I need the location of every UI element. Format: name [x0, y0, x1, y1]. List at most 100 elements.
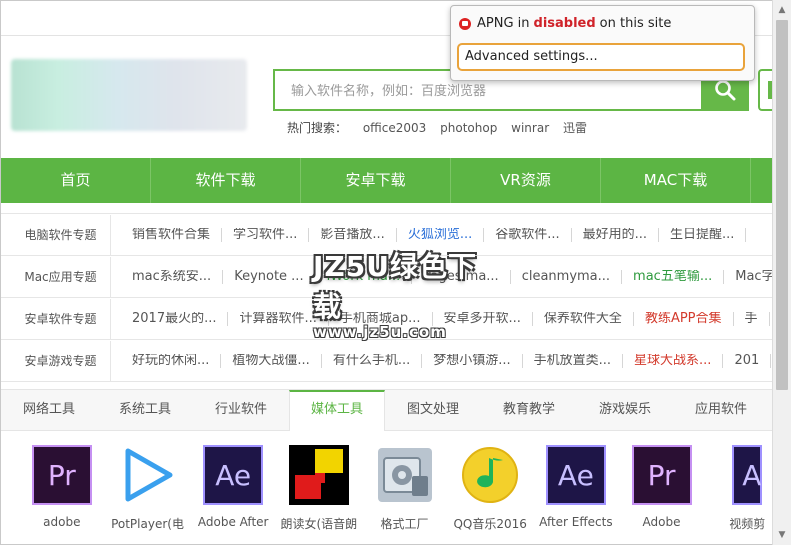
app-item[interactable]: PotPlayer(电	[105, 441, 191, 532]
apng-status-prefix: APNG in	[477, 16, 530, 31]
hot-search-link[interactable]: photohop	[440, 121, 497, 135]
app-item[interactable]: Pr adobe	[19, 441, 105, 532]
advanced-settings-button[interactable]: Advanced settings...	[457, 43, 745, 71]
topic-link[interactable]: 谷歌软件...	[484, 227, 572, 242]
after-effects-icon: Ae	[203, 445, 264, 505]
topic-link[interactable]: 手机商城ap...	[329, 311, 433, 326]
nav-item-mac[interactable]: MAC下载	[601, 158, 751, 203]
app-name: 朗读女(语音朗	[280, 517, 358, 531]
tab-1[interactable]: 系统工具	[97, 390, 193, 430]
hot-search-label: 热门搜索：	[287, 121, 348, 135]
app-name: Adobe After	[197, 515, 269, 529]
topic-link[interactable]: 火狐浏览...	[397, 227, 485, 242]
topic-list: 电脑软件专题 销售软件合集 学习软件... 影音播放... 火狐浏览... 谷歌软件...…	[1, 213, 772, 382]
topic-row: 安卓游戏专题 好玩的休闲... 植物大战僵... 有什么手机... 梦想小镇游... 手机…	[1, 340, 772, 382]
premiere-icon: Pr	[31, 445, 92, 505]
nav-item-android[interactable]: 安卓下载	[301, 158, 451, 203]
app-item[interactable]: 格式工厂	[362, 441, 448, 532]
topic-link[interactable]: 有什么手机...	[322, 353, 423, 368]
topic-links: 2017最火的... 计算器软件... 手机商城ap... 安卓多开软... 保养软件大…	[111, 311, 772, 326]
app-grid: Pr adobe PotPlayer(电 Ae Adobe After 朗读女(语音朗 格式…	[1, 441, 790, 532]
tab-5[interactable]: 教育教学	[481, 390, 577, 430]
topic-label[interactable]: Mac应用专题	[1, 256, 111, 297]
vertical-scrollbar[interactable]: ▲ ▼	[772, 0, 791, 545]
tab-7[interactable]: 应用软件	[673, 390, 769, 430]
topic-link[interactable]: Pages ma...	[412, 269, 511, 284]
topic-link[interactable]: 好玩的休闲...	[121, 353, 222, 368]
topic-link[interactable]: 保养软件大全	[533, 311, 634, 326]
topic-row: Mac应用专题 mac系统安... Keynote ... iWork ma... Pa…	[1, 256, 772, 298]
app-item[interactable]: 朗读女(语音朗	[276, 441, 362, 532]
app-name: adobe	[43, 515, 81, 529]
langdunv-icon	[288, 445, 349, 505]
main-nav: 首页 软件下载 安卓下载 VR资源 MAC下载	[1, 158, 772, 203]
apng-status-suffix: on this site	[599, 16, 672, 31]
topic-row: 安卓软件专题 2017最火的... 计算器软件... 手机商城ap... 安卓多开软..…	[1, 298, 772, 340]
topic-link[interactable]: 201	[723, 353, 772, 368]
topic-link[interactable]: iWork ma...	[316, 269, 413, 284]
potplayer-icon	[118, 445, 178, 505]
browser-viewport: 热门搜索： office2003 photohop winrar 迅雷 首页 软…	[0, 0, 791, 545]
tab-6[interactable]: 游戏娱乐	[577, 390, 673, 430]
topic-link[interactable]: 计算器软件...	[228, 311, 329, 326]
topic-links: 销售软件合集 学习软件... 影音播放... 火狐浏览... 谷歌软件... 最好用的..…	[111, 227, 772, 242]
topic-link[interactable]: mac五笔输...	[622, 269, 725, 284]
topic-label[interactable]: 安卓游戏专题	[1, 340, 111, 381]
topic-link[interactable]: 生日提醒...	[659, 227, 747, 242]
tab-0[interactable]: 网络工具	[1, 390, 97, 430]
nav-item-vr[interactable]: VR资源	[451, 158, 601, 203]
video-editor-icon: A	[732, 445, 763, 505]
topic-link[interactable]: Keynote ...	[223, 269, 316, 284]
tab-2[interactable]: 行业软件	[193, 390, 289, 430]
hot-searches: 热门搜索： office2003 photohop winrar 迅雷	[287, 119, 597, 136]
nav-item-home[interactable]: 首页	[1, 158, 151, 203]
topic-link[interactable]: 销售软件合集	[121, 227, 223, 242]
apng-extension-popup: APNG in disabled on this site Advanced s…	[450, 5, 755, 81]
topic-link[interactable]: 手	[734, 311, 770, 326]
hot-search-link[interactable]: 迅雷	[563, 121, 587, 135]
tab-3[interactable]: 媒体工具	[289, 390, 385, 431]
topic-link[interactable]: 学习软件...	[222, 227, 310, 242]
topic-link[interactable]: 植物大战僵...	[221, 353, 322, 368]
apng-status-value: disabled	[533, 16, 596, 31]
app-item[interactable]: Ae After Effects	[533, 441, 619, 532]
app-name: QQ音乐2016	[453, 517, 527, 531]
scroll-thumb[interactable]	[776, 20, 788, 390]
scroll-down-icon[interactable]: ▼	[773, 527, 791, 543]
app-item[interactable]: QQ音乐2016	[447, 441, 533, 532]
after-effects-icon: Ae	[545, 445, 606, 505]
category-tabs: 网络工具 系统工具 行业软件 媒体工具 图文处理 教育教学 游戏娱乐 应用软件	[1, 389, 772, 431]
topic-links: 好玩的休闲... 植物大战僵... 有什么手机... 梦想小镇游... 手机放置类...…	[111, 353, 772, 368]
app-name: 格式工厂	[380, 517, 429, 531]
topic-link[interactable]: Mac字	[724, 270, 772, 284]
scroll-up-icon[interactable]: ▲	[773, 2, 791, 18]
topic-link[interactable]: cleanmyma...	[511, 269, 623, 284]
qq-music-icon	[460, 445, 520, 505]
topic-link[interactable]: 星球大战系...	[623, 353, 724, 368]
app-item[interactable]: Pr Adobe	[619, 441, 705, 532]
app-name: PotPlayer(电	[111, 517, 184, 531]
topic-link[interactable]: 安卓多开软...	[433, 311, 533, 326]
hot-search-link[interactable]: office2003	[363, 121, 426, 135]
app-item[interactable]: Ae Adobe After	[190, 441, 276, 532]
topic-label[interactable]: 安卓软件专题	[1, 298, 111, 339]
hot-search-link[interactable]: winrar	[511, 121, 549, 135]
topic-link[interactable]: 手机放置类...	[523, 353, 624, 368]
app-name: After Effects	[539, 515, 613, 529]
nav-item-software[interactable]: 软件下载	[151, 158, 301, 203]
topic-label[interactable]: 电脑软件专题	[1, 214, 111, 255]
premiere-icon: Pr	[631, 445, 692, 505]
topic-link[interactable]: 2017最火的...	[121, 311, 229, 326]
topic-link[interactable]: 教练APP合集	[634, 311, 734, 326]
topic-link[interactable]: mac系统安...	[121, 269, 224, 284]
site-logo[interactable]	[11, 59, 247, 131]
format-factory-icon	[375, 445, 435, 505]
topic-row: 电脑软件专题 销售软件合集 学习软件... 影音播放... 火狐浏览... 谷歌软件...…	[1, 213, 772, 256]
search-icon	[715, 80, 736, 101]
tab-4[interactable]: 图文处理	[385, 390, 481, 430]
topic-link[interactable]: 梦想小镇游...	[422, 353, 523, 368]
topic-link[interactable]: 影音播放...	[309, 227, 397, 242]
topic-link[interactable]: 最好用的...	[572, 227, 660, 242]
app-name: Adobe	[642, 515, 681, 529]
topic-links: mac系统安... Keynote ... iWork ma... Pages ma.…	[111, 269, 772, 284]
